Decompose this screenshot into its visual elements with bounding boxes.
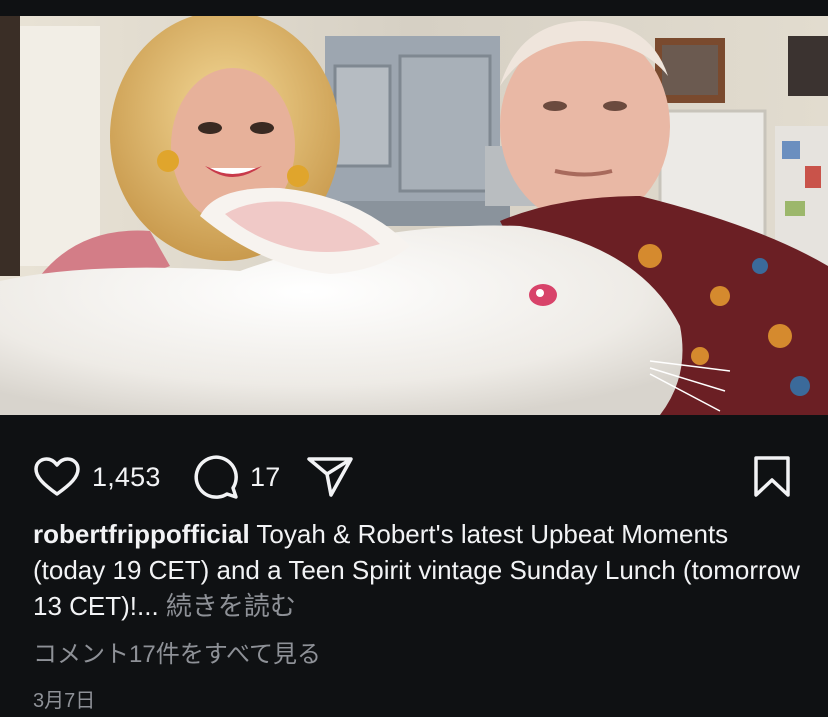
comment-icon[interactable]	[193, 454, 239, 500]
post-date: 3月7日	[33, 690, 96, 712]
like-action[interactable]: 1,453	[33, 442, 161, 512]
post-photo[interactable]	[0, 16, 828, 415]
comment-count[interactable]: 17	[250, 462, 280, 493]
share-icon[interactable]	[306, 455, 354, 499]
save-action[interactable]	[752, 442, 792, 512]
comment-action[interactable]: 17	[193, 442, 280, 512]
like-count[interactable]: 1,453	[92, 462, 161, 493]
more-link[interactable]: 続きを読む	[159, 591, 296, 621]
top-strip	[0, 0, 828, 16]
share-action[interactable]	[306, 442, 354, 512]
heart-icon[interactable]	[33, 456, 81, 498]
post-actions: 1,453 17	[0, 442, 828, 512]
bookmark-icon[interactable]	[752, 455, 792, 499]
username[interactable]: robertfrippofficial	[33, 519, 250, 549]
post-caption: robertfrippofficial Toyah & Robert's lat…	[33, 516, 803, 624]
view-comments-link[interactable]: コメント17件をすべて見る	[33, 634, 321, 669]
